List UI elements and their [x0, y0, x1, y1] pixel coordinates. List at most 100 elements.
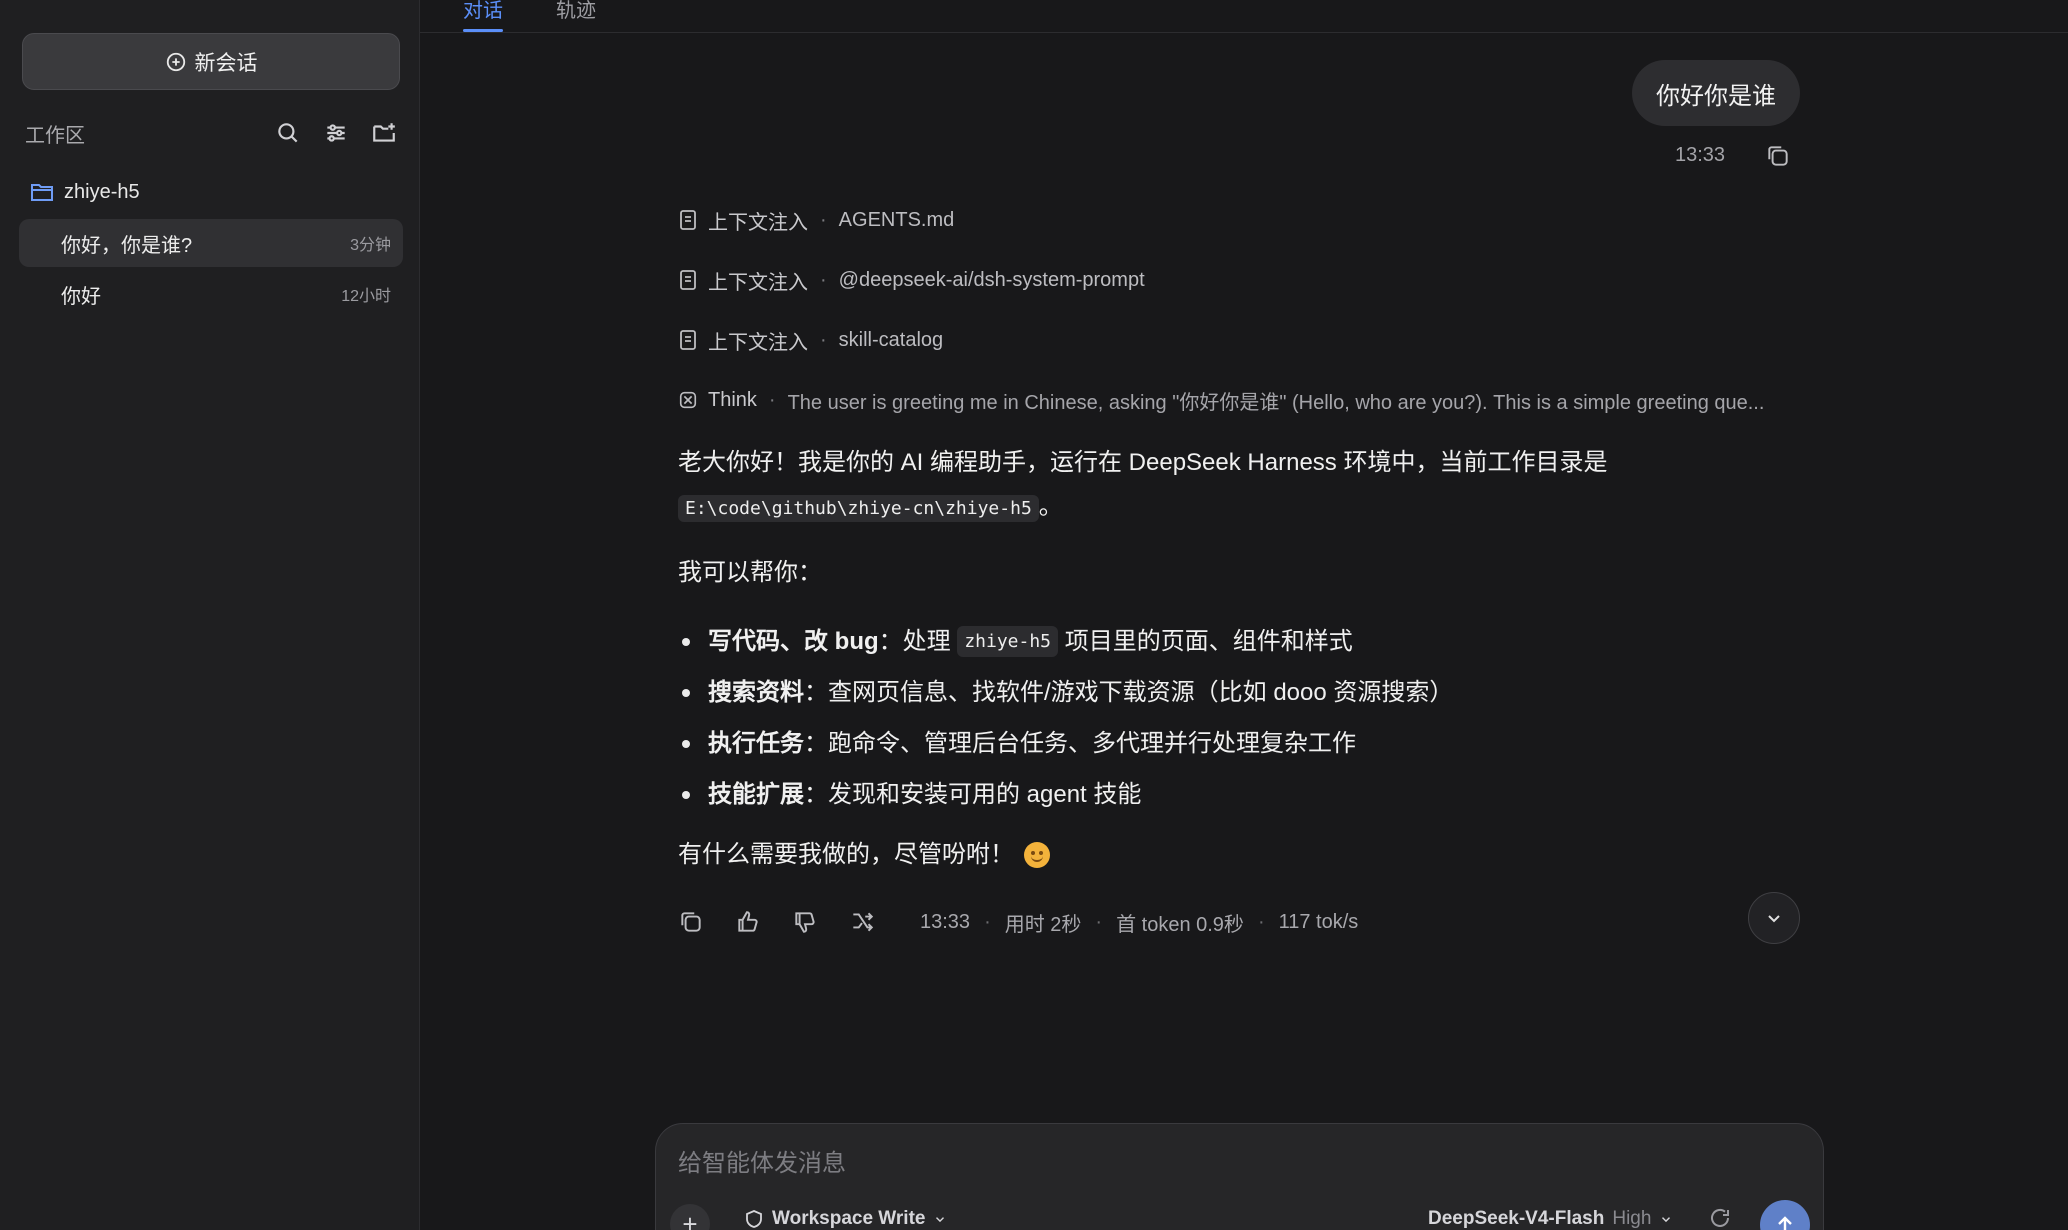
session-time: 3分钟 [350, 237, 391, 254]
brain-icon [679, 391, 697, 409]
answer-can-help: 我可以帮你： [678, 559, 822, 586]
list-item: 执行任务 ：跑命令、管理后台任务、多代理并行处理复杂工作 [678, 718, 1453, 769]
answer-closing-text: 有什么需要我做的，尽管吩咐！ [678, 841, 1014, 868]
message-actions: 13:33 · 用时 2秒 · 首 token 0.9秒 · 117 tok/s [678, 906, 1358, 938]
message-meta: 13:33 · 用时 2秒 · 首 token 0.9秒 · 117 tok/s [920, 908, 1358, 937]
session-item[interactable]: 你好，你是谁? 3分钟 [19, 219, 403, 267]
think-label: Think [708, 388, 757, 411]
shield-icon [746, 1210, 762, 1228]
smile-emoji-icon [1024, 841, 1050, 868]
session-time: 12小时 [341, 288, 391, 305]
message-duration: 用时 2秒 [1004, 913, 1082, 936]
separator-dot: · [820, 328, 827, 351]
new-chat-button[interactable]: 新会话 [22, 33, 400, 90]
document-icon [680, 210, 696, 230]
item-text: ：跑命令、管理后台任务、多代理并行处理复杂工作 [804, 729, 1356, 757]
message-input[interactable] [678, 1146, 1778, 1182]
working-directory-code: E:\code\github\zhiye-cn\zhiye-h5 [678, 494, 1039, 522]
item-text: ：查网页信息、找软件/游戏下载资源（比如 dooo 资源搜索） [804, 678, 1454, 706]
answer-intro: 老大你好！我是你的 AI 编程助手，运行在 DeepSeek Harness 环… [678, 446, 1798, 523]
model-name: DeepSeek-V4-Flash [1428, 1208, 1605, 1229]
workspace-folder[interactable]: zhiye-h5 [30, 176, 140, 208]
folder-name: zhiye-h5 [64, 180, 140, 203]
refresh-icon[interactable] [1708, 1206, 1732, 1230]
document-icon [680, 270, 696, 290]
list-item: 技能扩展 ：发现和安装可用的 agent 技能 [678, 769, 1453, 820]
context-detail: AGENTS.md [838, 208, 955, 231]
list-item: 搜索资料 ：查网页信息、找软件/游戏下载资源（比如 dooo 资源搜索） [678, 667, 1453, 718]
session-title: 你好 [61, 285, 101, 308]
context-label: 上下文注入 [708, 211, 808, 234]
new-chat-label: 新会话 [194, 51, 258, 75]
send-button[interactable] [1760, 1200, 1810, 1230]
branch-icon[interactable] [849, 909, 875, 935]
token-speed: 117 tok/s [1278, 910, 1359, 933]
reasoning-level: High [1612, 1208, 1652, 1229]
answer-intro-end: 。 [1038, 492, 1063, 520]
active-tab-indicator [463, 29, 503, 32]
project-code: zhiye-h5 [957, 625, 1059, 658]
composer-toolbar: + Workspace Write DeepSeek-V4-Flash High [656, 1200, 1823, 1230]
separator-dot: · [820, 208, 827, 231]
item-title: 技能扩展 [708, 780, 804, 808]
item-title: 写代码、改 bug [708, 627, 879, 655]
context-label: 上下文注入 [708, 331, 808, 354]
item-text: ：发现和安装可用的 agent 技能 [804, 780, 1142, 808]
tab-conversation[interactable]: 对话 [463, 0, 503, 23]
main-tabs: 对话 轨迹 [420, 0, 2068, 33]
session-title: 你好，你是谁? [61, 234, 193, 257]
item-title: 搜索资料 [708, 678, 804, 706]
think-detail: The user is greeting me in Chinese, aski… [787, 391, 1765, 414]
thumbs-up-icon[interactable] [735, 909, 761, 935]
plus-icon: + [682, 1208, 698, 1230]
separator-dot: · [1095, 910, 1103, 933]
item-text: ：处理 [878, 627, 951, 655]
answer-intro-text: 老大你好！我是你的 AI 编程助手，运行在 DeepSeek Harness 环… [678, 449, 1608, 476]
context-injection-row[interactable]: 上下文注入 · @deepseek-ai/dsh-system-prompt [678, 265, 1145, 295]
permission-selector[interactable]: Workspace Write [744, 1208, 947, 1230]
capability-list: 写代码、改 bug ：处理 zhiye-h5 项目里的页面、组件和样式 搜索资料：… [678, 616, 1453, 820]
user-message-bubble: 你好你是谁 [1632, 60, 1800, 126]
item-text: 项目里的页面、组件和样式 [1064, 627, 1353, 655]
plus-circle-icon [166, 52, 185, 71]
separator-dot: · [820, 268, 827, 291]
context-detail: @deepseek-ai/dsh-system-prompt [838, 268, 1145, 291]
separator-dot: · [1257, 910, 1265, 933]
copy-icon[interactable] [678, 909, 704, 935]
message-composer: + Workspace Write DeepSeek-V4-Flash High [655, 1123, 1824, 1230]
permission-label: Workspace Write [772, 1208, 926, 1229]
arrow-up-icon [1778, 1216, 1792, 1230]
scroll-to-bottom-button[interactable] [1748, 892, 1800, 944]
item-title: 执行任务 [708, 729, 804, 757]
search-icon[interactable] [275, 120, 301, 146]
copy-icon[interactable] [1765, 143, 1791, 169]
context-label: 上下文注入 [708, 271, 808, 294]
first-token-latency: 首 token 0.9秒 [1116, 913, 1244, 936]
user-message-text: 你好你是谁 [1656, 82, 1776, 110]
sidebar: 新会话 工作区 zhiye-h5 你好，你是谁? 3分钟 你好 12小时 [0, 0, 420, 1230]
context-injection-row[interactable]: 上下文注入 · skill-catalog [678, 325, 943, 355]
attach-button[interactable]: + [670, 1204, 710, 1230]
workspace-header: 工作区 [25, 116, 397, 150]
session-item[interactable]: 你好 12小时 [19, 270, 403, 318]
context-injection-row[interactable]: 上下文注入 · AGENTS.md [678, 205, 954, 235]
document-icon [680, 330, 696, 350]
model-selector[interactable]: DeepSeek-V4-Flash High [1428, 1208, 1673, 1230]
answer-closing: 有什么需要我做的，尽管吩咐！ [678, 838, 1050, 872]
folder-icon [31, 184, 53, 201]
list-item: 写代码、改 bug ：处理 zhiye-h5 项目里的页面、组件和样式 [678, 616, 1453, 667]
chevron-down-icon [1768, 915, 1780, 923]
workspace-title: 工作区 [25, 124, 85, 147]
thumbs-down-icon[interactable] [792, 909, 818, 935]
think-row[interactable]: Think · The user is greeting me in Chine… [678, 385, 1798, 415]
user-message-time: 13:33 [1675, 144, 1726, 166]
message-time: 13:33 [920, 910, 971, 933]
filter-sliders-icon[interactable] [323, 120, 349, 146]
new-folder-icon[interactable] [371, 120, 397, 146]
context-detail: skill-catalog [838, 328, 944, 351]
separator-dot: · [984, 910, 991, 933]
chevron-down-icon [1662, 1217, 1671, 1223]
separator-dot: · [768, 388, 776, 411]
tab-trajectory[interactable]: 轨迹 [556, 0, 596, 23]
chevron-down-icon [936, 1217, 945, 1223]
